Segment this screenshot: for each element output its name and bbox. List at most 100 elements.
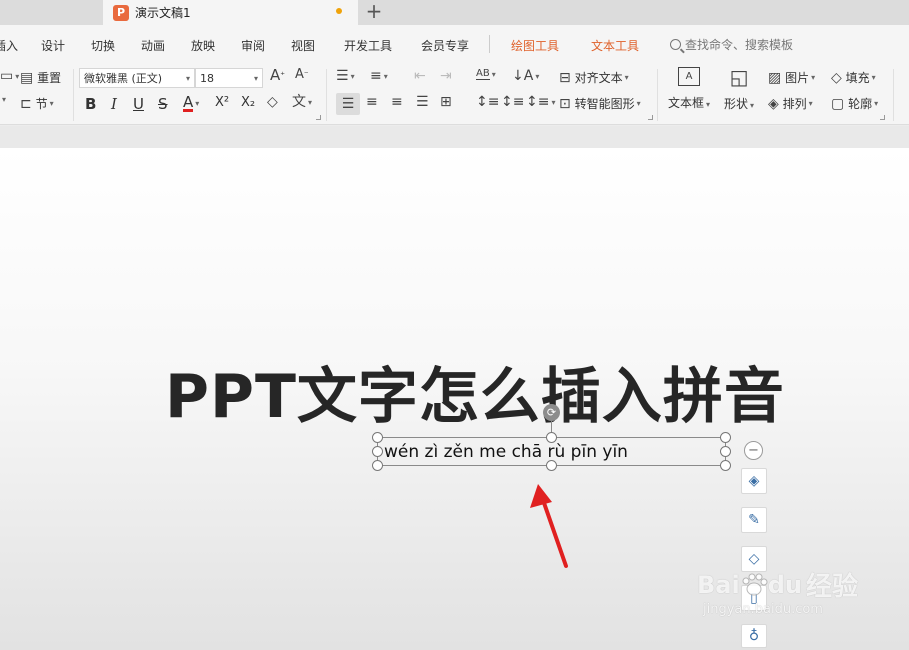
ribbon-divider: [657, 69, 658, 121]
pinyin-guide-button[interactable]: 文 ▾: [292, 95, 312, 109]
ribbon-divider: [893, 69, 894, 121]
textbox-button[interactable]: A 文本框 ▾: [668, 67, 710, 111]
section-button[interactable]: ⊏ 节 ▾: [20, 95, 54, 112]
superscript-button[interactable]: X²: [215, 95, 229, 110]
brush-tool-button[interactable]: ✎: [741, 507, 767, 533]
justify-button[interactable]: ☰: [416, 95, 429, 109]
align-center-icon: ≡: [366, 94, 378, 110]
text-direction-button[interactable]: ↓A ▾: [512, 69, 539, 83]
increase-indent-button[interactable]: ⇥: [440, 69, 452, 83]
menu-animation[interactable]: 动画: [141, 37, 165, 54]
font-name-select[interactable]: 微软雅黑 (正文) ▾: [79, 68, 195, 88]
distributed-button[interactable]: ⊞: [440, 95, 452, 109]
paragraph-dialog-launcher[interactable]: [648, 115, 653, 120]
menu-drawing-tools[interactable]: 绘图工具: [511, 37, 559, 54]
menu-design[interactable]: 设计: [41, 37, 65, 54]
align-text-button[interactable]: ⊟ 对齐文本 ▾: [559, 69, 629, 86]
line-spacing-button[interactable]: ↕≡: [476, 95, 499, 109]
char-spacing-icon: AB: [476, 68, 490, 80]
reset-button[interactable]: ▤ 重置: [20, 69, 61, 86]
drawing-dialog-launcher[interactable]: [880, 115, 885, 120]
align-left-icon: ☰: [341, 96, 355, 112]
menu-view[interactable]: 视图: [291, 37, 315, 54]
align-text-icon: ⊟: [559, 69, 571, 86]
collapse-tools-button[interactable]: −: [744, 441, 763, 460]
eraser-icon: ◇: [267, 94, 278, 110]
resize-handle-bottom-right[interactable]: [720, 460, 731, 471]
new-tab-button[interactable]: +: [362, 0, 386, 25]
numbered-list-button[interactable]: ≡ ▾: [370, 69, 388, 83]
paragraph-spacing-button[interactable]: ↕≡: [501, 95, 524, 109]
ribbon-divider: [326, 69, 327, 121]
resize-handle-top-right[interactable]: [720, 432, 731, 443]
increase-font-button[interactable]: A ⁺: [270, 68, 285, 83]
menu-review[interactable]: 审阅: [241, 37, 265, 54]
search-icon: [670, 39, 681, 50]
lightbulb-icon: ♁: [748, 628, 760, 644]
fill-bucket-icon: ◇: [748, 551, 760, 567]
decrease-indent-button[interactable]: ⇤: [414, 69, 426, 83]
menu-member[interactable]: 会员专享: [421, 37, 469, 54]
smartart-button[interactable]: ⊡ 转智能图形 ▾: [559, 95, 641, 112]
section-left-button[interactable]: ▾: [0, 95, 6, 104]
menu-developer[interactable]: 开发工具: [344, 37, 392, 54]
subscript-button[interactable]: X₂: [241, 95, 255, 110]
fill-button[interactable]: ◇ 填充 ▾: [831, 69, 876, 86]
menu-insert[interactable]: 插入: [0, 37, 18, 54]
resize-handle-top-left[interactable]: [372, 432, 383, 443]
char-spacing-button[interactable]: AB ▾: [476, 69, 496, 80]
distributed-icon: ⊞: [440, 94, 452, 110]
resize-handle-bottom-left[interactable]: [372, 460, 383, 471]
strikethrough-button[interactable]: S: [158, 95, 168, 113]
menu-transition[interactable]: 切换: [91, 37, 115, 54]
outline-button[interactable]: ▢ 轮廓 ▾: [831, 95, 878, 112]
arrange-button[interactable]: ◈ 排列 ▾: [768, 95, 813, 112]
resize-handle-right[interactable]: [720, 446, 731, 457]
menu-divider: [489, 35, 490, 53]
idea-tool-button[interactable]: ♁: [741, 624, 767, 648]
spacing-options-icon: ↕≡: [526, 94, 550, 110]
rotate-handle-icon[interactable]: ⟳: [543, 404, 560, 421]
layers-tool-button[interactable]: ◈: [741, 468, 767, 494]
layout-button[interactable]: ▭ ▾: [0, 69, 19, 83]
picture-button[interactable]: ▨ 图片 ▾: [768, 69, 815, 86]
resize-handle-top[interactable]: [546, 432, 557, 443]
tab-previous[interactable]: [0, 0, 103, 25]
align-right-icon: ≡: [391, 94, 403, 110]
slide-canvas[interactable]: PPT文字怎么插入拼音 ⟳ wén zì zěn me chā rù pīn y…: [0, 148, 909, 650]
menu-slideshow[interactable]: 放映: [191, 37, 215, 54]
underline-button[interactable]: U: [133, 95, 144, 113]
command-search[interactable]: 查找命令、搜索模板: [670, 36, 793, 53]
bold-button[interactable]: B: [85, 95, 96, 113]
search-placeholder: 查找命令、搜索模板: [685, 38, 794, 52]
menu-text-tools[interactable]: 文本工具: [591, 37, 639, 54]
numbered-list-icon: ≡: [370, 68, 382, 84]
pinyin-text[interactable]: wén zì zěn me chā rù pīn yīn: [384, 442, 628, 462]
align-right-button[interactable]: ≡: [391, 95, 403, 109]
resize-handle-left[interactable]: [372, 446, 383, 457]
resize-handle-bottom[interactable]: [546, 460, 557, 471]
brush-icon: ✎: [748, 512, 760, 528]
ppt-logo-icon: P: [113, 4, 129, 21]
tab-document[interactable]: P 演示文稿1: [103, 0, 358, 25]
bullet-list-button[interactable]: ☰ ▾: [336, 69, 355, 83]
font-size-select[interactable]: 18 ▾: [195, 68, 263, 88]
reset-label: 重置: [37, 71, 62, 85]
section-label: 节: [35, 97, 48, 111]
ribbon-divider: [73, 69, 74, 121]
align-left-button[interactable]: ☰: [336, 93, 360, 115]
align-center-button[interactable]: ≡: [366, 95, 378, 109]
section-icon: ⊏: [20, 95, 32, 112]
shape-button[interactable]: ◱ 形状 ▾: [724, 67, 754, 112]
font-dialog-launcher[interactable]: [316, 115, 321, 120]
italic-button[interactable]: I: [111, 95, 117, 113]
spacing-options-button[interactable]: ↕≡ ▾: [526, 95, 555, 109]
tab-bar: P 演示文稿1 +: [0, 0, 909, 25]
decrease-font-button[interactable]: A ⁻: [295, 68, 309, 81]
slide-title[interactable]: PPT文字怎么插入拼音: [165, 348, 785, 435]
font-color-button[interactable]: A ▾: [183, 95, 199, 112]
clear-format-button[interactable]: ◇: [267, 95, 278, 109]
baidu-watermark: Bai du 经验 jingyan.baidu.com: [697, 570, 858, 618]
line-spacing-icon: ↕≡: [476, 94, 500, 110]
fill-icon: ◇: [831, 69, 842, 86]
